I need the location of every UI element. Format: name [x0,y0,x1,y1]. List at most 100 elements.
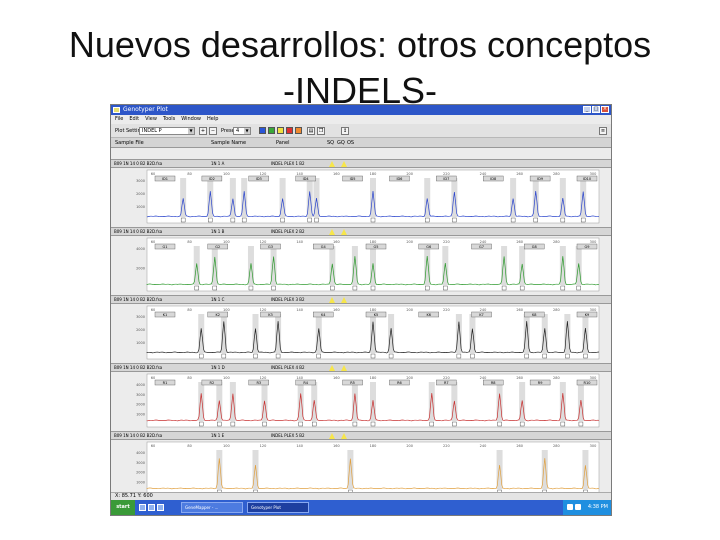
menu-item-window[interactable]: Window [181,115,201,124]
marker-label: R8 [491,381,496,385]
sample-row[interactable]: B09 1N 14 0 B2 B2D.fsa 1N 1 A INDEL PLEX 1… [111,159,611,168]
marker-label: ID4 [303,177,310,181]
menu-item-file[interactable]: File [115,115,123,124]
dye-color-toggle[interactable] [286,127,293,134]
maximize-icon[interactable]: □ [592,106,600,113]
network-icon[interactable] [567,504,573,510]
x-tick-label: 220 [443,444,450,448]
allele-call-box [194,285,199,291]
allele-call-box [429,421,434,427]
preset-select[interactable]: 4 ▼ [233,127,251,135]
print-icon[interactable]: ▤ [307,127,315,135]
x-tick-label: 140 [296,444,303,448]
copy-icon[interactable]: ❐ [317,127,325,135]
marker-label: ID7 [443,177,449,181]
allele-call-box [560,421,566,427]
electropherogram-panel: 60 80 100 120 140 160 180 200 220 240 260 280 300 400… [111,440,611,499]
status-coordinates: X: 85.71 Y: 600 [115,493,153,499]
marker-label: G5 [374,245,379,249]
column-header[interactable]: GQ [337,138,345,148]
sample-row[interactable]: B09 1N 14 0 B2 B2D.fsa 1N 1 B INDEL PLEX 2… [111,227,611,236]
allele-call-box [312,421,317,427]
zoom-in-icon[interactable]: + [199,127,207,135]
dye-color-toggle[interactable] [277,127,284,134]
allele-call-box [180,217,186,223]
allele-call-box [425,217,430,223]
sample-row[interactable]: B09 1N 14 0 B2 B2D.fsa 1N 1 C INDEL PLEX 3… [111,295,611,304]
x-tick-label: 120 [260,308,267,312]
dye-color-toggle[interactable] [268,127,275,134]
x-tick-label: 200 [406,444,413,448]
marker-label: ID5 [350,177,356,181]
allele-call-box [565,353,570,359]
x-tick-label: 60 [151,444,155,448]
dye-color-toggle[interactable] [295,127,302,134]
zoom-out-icon[interactable]: − [209,127,217,135]
marker-label: K7 [479,313,484,317]
x-tick-label: 260 [516,376,523,380]
y-tick-label: 4000 [136,247,145,251]
column-header[interactable]: Sample Name [211,138,246,148]
sample-sample: 1N 1 E [211,433,225,438]
close-icon[interactable]: × [601,106,609,113]
sample-row[interactable]: B09 1N 14 0 B2 B2D.fsa 1N 1 E INDEL PLEX 5… [111,431,611,440]
browser-icon[interactable] [148,504,155,511]
system-tray: 4:38 PM [563,500,611,515]
taskbar-app-plot[interactable]: Genotyper Plot [247,502,309,513]
marker-label: G6 [426,245,431,249]
marker-label: K3 [268,313,273,317]
electropherogram-plot: 60 80 100 120 140 160 180 200 220 240 260 280 300 400… [136,237,600,292]
electropherogram-panel: 60 80 100 120 140 160 180 200 220 240 260 280 300 400… [111,372,611,431]
x-tick-label: 160 [333,444,340,448]
menu-item-help[interactable]: Help [207,115,218,124]
x-tick-label: 200 [406,376,413,380]
sort-icon[interactable]: ↕ [341,127,349,135]
x-tick-label: 60 [151,240,155,244]
folder-icon[interactable] [157,504,164,511]
settings-icon[interactable]: ≡ [599,127,607,135]
sample-row[interactable]: B09 1N 14 0 B2 B2D.fsa 1N 1 D INDEL PLEX 4… [111,363,611,372]
x-tick-label: 260 [516,308,523,312]
column-header[interactable]: OS [347,138,354,148]
plot-setting-select[interactable]: INDEL P ▼ [139,127,195,135]
start-button[interactable]: start [111,500,135,515]
marker-label: G9 [585,245,590,249]
column-header[interactable]: SQ [327,138,334,148]
sample-panel: INDEL PLEX 5 B2 [271,433,305,438]
x-tick-label: 140 [296,240,303,244]
x-tick-label: 200 [406,172,413,176]
allele-call-box [275,353,281,359]
allele-call-box [501,285,507,291]
allele-call-box [199,353,204,359]
x-tick-label: 140 [296,172,303,176]
volume-icon[interactable] [575,504,581,510]
x-tick-label: 300 [590,376,597,380]
dye-color-toggle[interactable] [259,127,266,134]
sample-panel: INDEL PLEX 3 B2 [271,297,305,302]
x-tick-label: 80 [187,240,191,244]
column-header[interactable]: Panel [276,138,290,148]
sample-sample: 1N 1 C [211,297,225,302]
y-tick-label: 1000 [136,341,145,345]
allele-call-box [316,353,321,359]
allele-call-box [330,285,335,291]
y-tick-label: 1000 [136,205,145,209]
allele-call-box [314,217,319,223]
allele-call-box [452,217,457,223]
column-header[interactable]: Sample File [115,138,144,148]
menu-item-tools[interactable]: Tools [163,115,175,124]
taskbar-app-genemapper[interactable]: GeneMapper - ... [181,502,243,513]
allele-call-box [519,421,525,427]
x-tick-label: 100 [223,240,230,244]
x-tick-label: 140 [296,308,303,312]
desktop-icon[interactable] [139,504,146,511]
minimize-icon[interactable]: _ [583,106,591,113]
sample-sample: 1N 1 D [211,365,225,370]
allele-call-box [271,285,276,291]
menu-item-edit[interactable]: Edit [129,115,139,124]
allele-call-box [510,217,516,223]
menu-item-view[interactable]: View [145,115,157,124]
x-tick-label: 280 [553,240,560,244]
window-titlebar[interactable]: Genotyper Plot _ □ × [111,105,611,115]
allele-call-box [307,217,312,223]
